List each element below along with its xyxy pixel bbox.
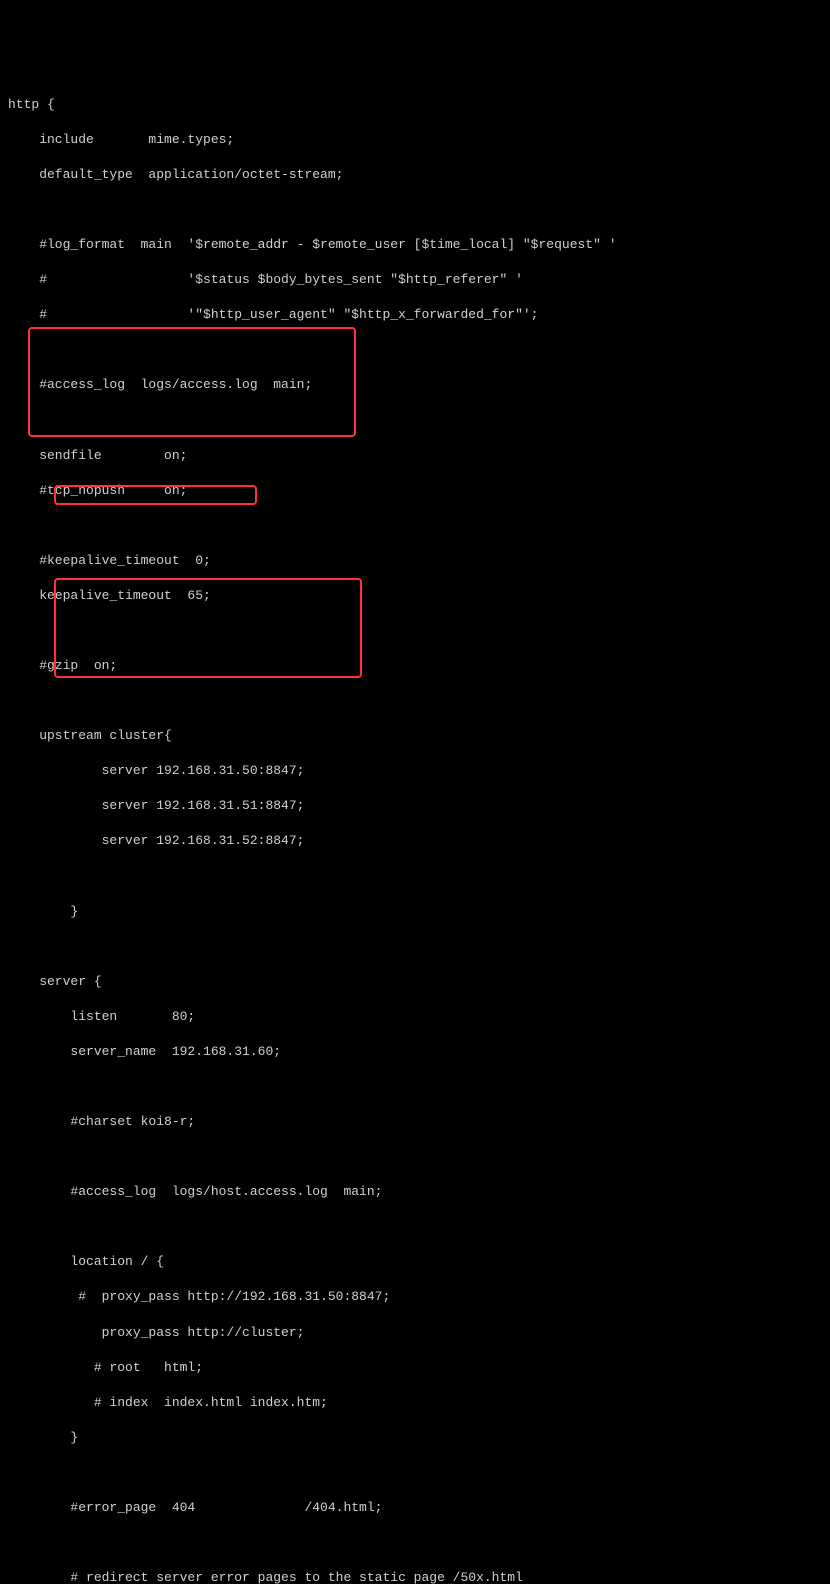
- code-line: [8, 1534, 822, 1552]
- code-line: server 192.168.31.50:8847;: [8, 762, 822, 780]
- code-line: include mime.types;: [8, 131, 822, 149]
- code-line: listen 80;: [8, 1008, 822, 1026]
- code-line: location / {: [8, 1253, 822, 1271]
- code-line: #error_page 404 /404.html;: [8, 1499, 822, 1517]
- code-line: #charset koi8-r;: [8, 1113, 822, 1131]
- nginx-config-code: http { include mime.types; default_type …: [8, 78, 822, 1584]
- code-line: }: [8, 903, 822, 921]
- code-line: [8, 201, 822, 219]
- code-line: http {: [8, 96, 822, 114]
- code-line: # index index.html index.htm;: [8, 1394, 822, 1412]
- code-line: proxy_pass http://cluster;: [8, 1324, 822, 1342]
- code-line: #access_log logs/access.log main;: [8, 376, 822, 394]
- code-line: #keepalive_timeout 0;: [8, 552, 822, 570]
- code-line: [8, 622, 822, 640]
- code-line: sendfile on;: [8, 447, 822, 465]
- code-line: #tcp_nopush on;: [8, 482, 822, 500]
- code-line: server 192.168.31.52:8847;: [8, 832, 822, 850]
- code-line: #access_log logs/host.access.log main;: [8, 1183, 822, 1201]
- code-line: #gzip on;: [8, 657, 822, 675]
- code-line: [8, 1078, 822, 1096]
- code-line: [8, 1148, 822, 1166]
- code-line: [8, 938, 822, 956]
- code-line: server 192.168.31.51:8847;: [8, 797, 822, 815]
- code-line: # root html;: [8, 1359, 822, 1377]
- code-line: # redirect server error pages to the sta…: [8, 1569, 822, 1584]
- code-line: # proxy_pass http://192.168.31.50:8847;: [8, 1288, 822, 1306]
- code-line: # '"$http_user_agent" "$http_x_forwarded…: [8, 306, 822, 324]
- code-line: [8, 517, 822, 535]
- code-line: keepalive_timeout 65;: [8, 587, 822, 605]
- code-line: default_type application/octet-stream;: [8, 166, 822, 184]
- code-line: # '$status $body_bytes_sent "$http_refer…: [8, 271, 822, 289]
- code-line: [8, 692, 822, 710]
- code-line: }: [8, 1429, 822, 1447]
- code-line: #log_format main '$remote_addr - $remote…: [8, 236, 822, 254]
- code-line: [8, 411, 822, 429]
- code-line: [8, 868, 822, 886]
- code-line: server_name 192.168.31.60;: [8, 1043, 822, 1061]
- code-line: [8, 1218, 822, 1236]
- code-line: server {: [8, 973, 822, 991]
- code-line: [8, 341, 822, 359]
- code-line: upstream cluster{: [8, 727, 822, 745]
- code-line: [8, 1464, 822, 1482]
